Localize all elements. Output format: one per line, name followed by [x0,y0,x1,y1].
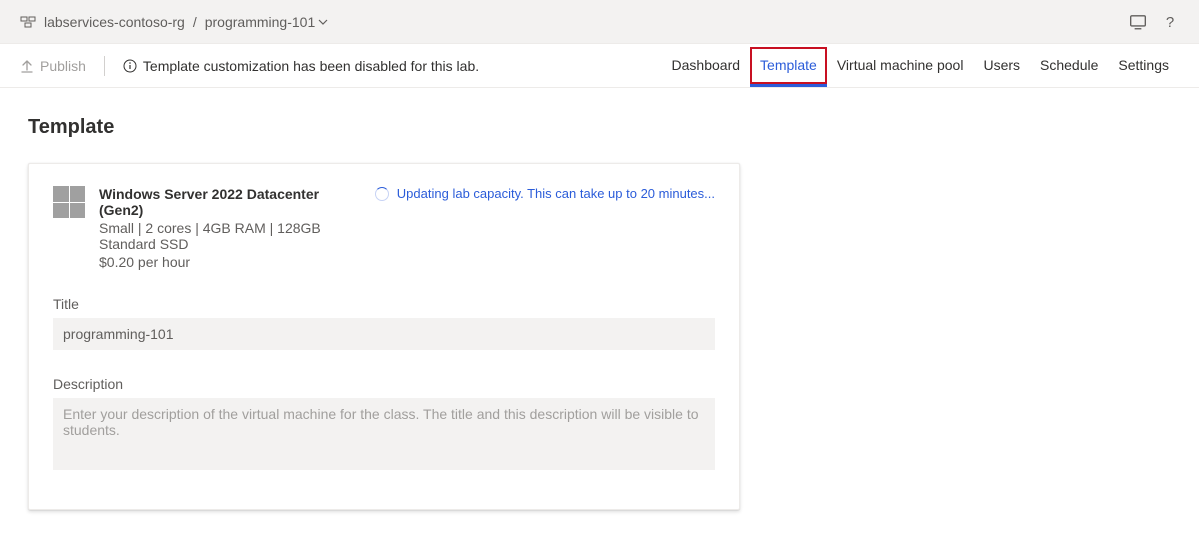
tab-settings[interactable]: Settings [1108,47,1179,84]
tab-template[interactable]: Template [750,47,827,84]
tabs: Dashboard Template Virtual machine pool … [662,47,1179,84]
title-input[interactable] [53,318,715,350]
upload-icon [20,59,34,73]
template-info: Windows Server 2022 Datacenter (Gen2) Sm… [99,186,361,270]
content: Template Windows Server 2022 Datacenter … [0,88,1199,538]
chevron-down-icon [318,14,328,30]
breadcrumb-lab-name: programming-101 [205,14,316,30]
command-divider [104,56,105,76]
title-label: Title [53,296,715,312]
title-field-block: Title [53,296,715,350]
svg-text:?: ? [1166,14,1174,30]
template-specs: Small | 2 cores | 4GB RAM | 128GB Standa… [99,220,361,252]
tab-schedule[interactable]: Schedule [1030,47,1108,84]
updating-status: Updating lab capacity. This can take up … [375,186,715,201]
template-os-name: Windows Server 2022 Datacenter (Gen2) [99,186,361,218]
windows-icon [53,186,85,218]
command-left: Publish Template customization has been … [20,56,662,76]
breadcrumb-lab-dropdown[interactable]: programming-101 [205,14,329,30]
breadcrumb-right: ? [1129,13,1179,31]
resource-group-icon [20,14,36,30]
updating-text: Updating lab capacity. This can take up … [397,186,715,201]
breadcrumb-separator: / [193,14,197,30]
description-field-block: Description [53,376,715,473]
description-input[interactable] [53,398,715,470]
help-icon[interactable]: ? [1161,13,1179,31]
monitor-icon[interactable] [1129,13,1147,31]
publish-label: Publish [40,58,86,74]
tab-vm-pool[interactable]: Virtual machine pool [827,47,974,84]
status-message: Template customization has been disabled… [123,58,479,74]
tab-users[interactable]: Users [973,47,1030,84]
breadcrumb-resource-group[interactable]: labservices-contoso-rg [44,14,185,30]
breadcrumb-bar: labservices-contoso-rg / programming-101… [0,0,1199,44]
status-text: Template customization has been disabled… [143,58,479,74]
spinner-icon [375,187,389,201]
command-bar: Publish Template customization has been … [0,44,1199,88]
tab-dashboard[interactable]: Dashboard [662,47,751,84]
template-card: Windows Server 2022 Datacenter (Gen2) Sm… [28,163,740,510]
template-price: $0.20 per hour [99,254,361,270]
breadcrumb-left: labservices-contoso-rg / programming-101 [20,14,1129,30]
template-header: Windows Server 2022 Datacenter (Gen2) Sm… [53,186,715,270]
publish-button: Publish [20,58,86,74]
info-icon [123,59,137,73]
description-label: Description [53,376,715,392]
page-title: Template [28,116,1171,139]
